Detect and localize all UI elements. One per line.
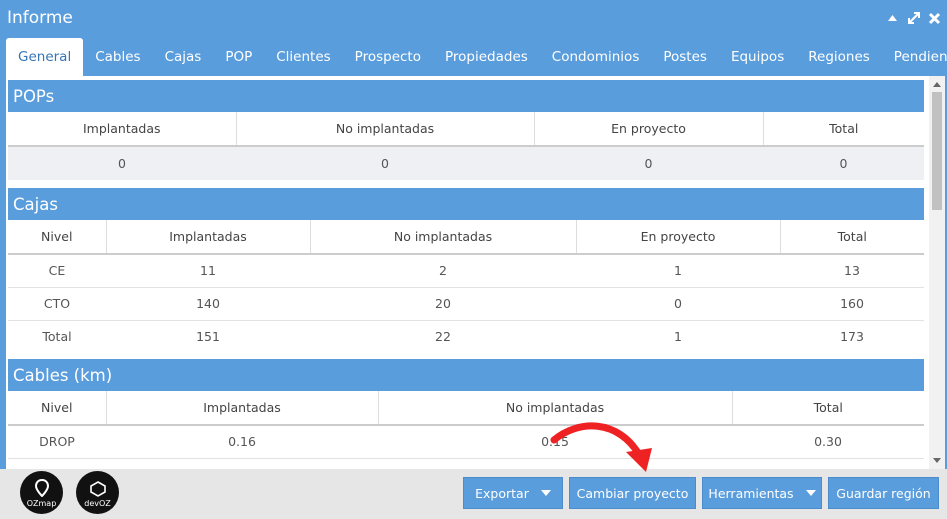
section-title: POPs: [8, 80, 924, 112]
column-header: Implantadas: [8, 112, 237, 147]
annotation-arrow-icon: [550, 422, 652, 472]
table-cell: 13: [780, 253, 924, 287]
table-cell: 0: [236, 145, 534, 180]
section-title: Cables (km): [8, 359, 924, 391]
collapse-icon[interactable]: [886, 10, 899, 23]
tab-clientes[interactable]: Clientes: [264, 38, 342, 76]
tab-cajas[interactable]: Cajas: [153, 38, 214, 76]
table-cell: 0: [576, 286, 780, 320]
tools-button[interactable]: Herramientas: [702, 477, 822, 509]
table-cell: DROP: [8, 424, 106, 458]
button-label: Exportar: [475, 485, 529, 501]
close-icon[interactable]: [928, 10, 941, 25]
table-cell: CTO: [8, 286, 106, 320]
report-content: POPs Implantadas No implantadas En proye…: [6, 76, 945, 469]
table-cell: 2: [310, 253, 576, 287]
column-header: En proyecto: [576, 220, 781, 255]
column-header: Nivel: [8, 220, 107, 255]
table-cell: 0: [534, 145, 763, 180]
cajas-table: Nivel Implantadas No implantadas En proy…: [8, 220, 924, 353]
table-cell: 11: [106, 253, 310, 287]
save-region-button[interactable]: Guardar región: [828, 477, 939, 509]
tab-propiedades[interactable]: Propiedades: [433, 38, 540, 76]
table-row: DROP 0.16 0.15 0.30: [8, 424, 924, 458]
change-project-button[interactable]: Cambiar proyecto: [569, 477, 696, 509]
table-cell: 0: [763, 145, 924, 180]
table-cell: [106, 457, 378, 469]
column-header: Implantadas: [106, 220, 311, 255]
table-row: CTO 140 20 0 160: [8, 286, 924, 320]
maximize-icon[interactable]: [907, 10, 920, 24]
pops-section: POPs Implantadas No implantadas En proye…: [8, 80, 924, 180]
button-label: Guardar región: [836, 485, 931, 501]
cables-section: Cables (km) Nivel Implantadas No implant…: [8, 359, 924, 469]
table-row: 0 0 0 0: [8, 145, 924, 180]
map-pin-icon: [34, 479, 49, 497]
title-bar[interactable]: Informe: [0, 0, 947, 36]
tab-bar: General Cables Cajas POP Clientes Prospecto Pr…: [6, 38, 947, 76]
column-header: Implantadas: [106, 391, 379, 426]
table-cell: 151: [106, 319, 310, 353]
vertical-scrollbar[interactable]: [929, 76, 945, 469]
scroll-up-icon[interactable]: [933, 82, 941, 87]
table-cell: CE: [8, 253, 106, 287]
scroll-area[interactable]: POPs Implantadas No implantadas En proye…: [6, 76, 926, 469]
tab-pop[interactable]: POP: [213, 38, 264, 76]
tab-equipos[interactable]: Equipos: [719, 38, 796, 76]
export-button[interactable]: Exportar: [463, 477, 563, 509]
column-header: Nivel: [8, 391, 107, 426]
cajas-section: Cajas Nivel Implantadas No implantadas E…: [8, 188, 924, 353]
table-cell: Total: [8, 319, 106, 353]
cables-table: Nivel Implantadas No implantadas Total D…: [8, 391, 924, 469]
button-label: Herramientas: [708, 485, 794, 501]
table-cell: 1: [576, 253, 780, 287]
window-title: Informe: [7, 8, 73, 28]
table-cell: 160: [780, 286, 924, 320]
column-header: Total: [732, 391, 924, 426]
column-header: Total: [780, 220, 924, 255]
table-cell: 0.16: [106, 424, 378, 458]
chevron-down-icon: [805, 490, 816, 496]
column-header: Total: [763, 112, 924, 147]
scrollbar-thumb[interactable]: [932, 92, 942, 210]
table-cell: 22: [310, 319, 576, 353]
tab-general[interactable]: General: [6, 38, 84, 76]
devoz-logo: devOZ: [76, 471, 119, 514]
logo-label: OZmap: [26, 499, 57, 508]
column-header: No implantadas: [236, 112, 535, 147]
footer-bar: OZmap devOZ Exportar Cambiar proyecto He…: [0, 469, 947, 519]
table-cell: [732, 457, 924, 469]
table-cell: 140: [106, 286, 310, 320]
window-controls: [886, 10, 941, 25]
scroll-down-icon[interactable]: [933, 458, 941, 463]
table-row: CE 11 2 1 13: [8, 253, 924, 287]
tab-condominios[interactable]: Condominios: [540, 38, 652, 76]
pops-table: Implantadas No implantadas En proyecto T…: [8, 112, 924, 180]
chevron-down-icon: [540, 490, 551, 496]
tab-postes[interactable]: Postes: [651, 38, 719, 76]
tab-prospecto[interactable]: Prospecto: [343, 38, 433, 76]
cube-icon: [89, 481, 106, 497]
table-cell: 173: [780, 319, 924, 353]
table-cell: 1: [576, 319, 780, 353]
section-title: Cajas: [8, 188, 924, 220]
table-cell: [8, 457, 106, 469]
button-label: Cambiar proyecto: [576, 485, 689, 501]
column-header: No implantadas: [310, 220, 577, 255]
table-row: [8, 457, 924, 469]
tab-regiones[interactable]: Regiones: [796, 38, 882, 76]
logo-label: devOZ: [84, 499, 111, 508]
table-cell: 20: [310, 286, 576, 320]
tab-pendientes[interactable]: Pendientes: [882, 38, 947, 76]
report-window: Informe General Cables Cajas POP Clientes Pro…: [0, 0, 947, 519]
table-row: Total 151 22 1 173: [8, 319, 924, 353]
table-cell: 0.30: [732, 424, 924, 458]
table-cell: 0: [8, 145, 236, 180]
column-header: En proyecto: [534, 112, 764, 147]
tab-cables[interactable]: Cables: [83, 38, 152, 76]
ozmap-logo: OZmap: [20, 471, 63, 514]
